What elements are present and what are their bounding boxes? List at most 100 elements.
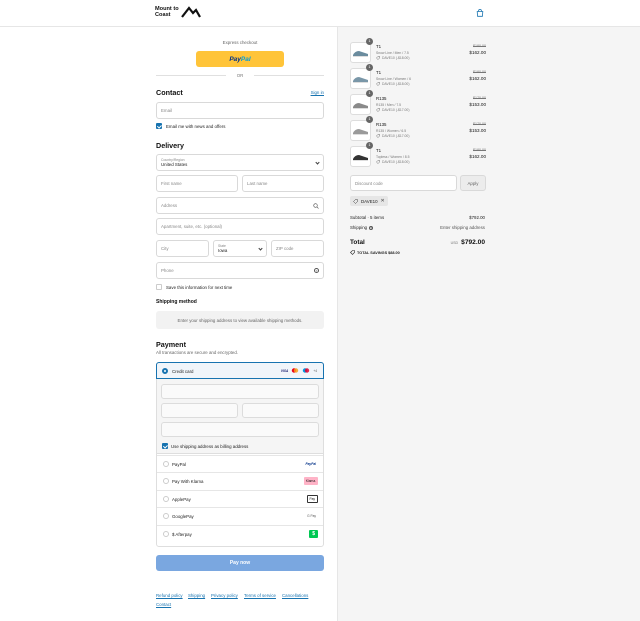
total-value-row: USD $792.00: [451, 239, 485, 246]
quantity-badge: 1: [366, 38, 373, 45]
phone-field[interactable]: Phone ?: [156, 262, 324, 279]
item-original-price: $180.00: [473, 148, 486, 152]
shipping-value: Enter shipping address: [440, 225, 485, 230]
currency-code: USD: [450, 241, 459, 245]
quantity-badge: 1: [366, 64, 373, 71]
item-discount: DAVE10 (-$18.00): [376, 82, 409, 86]
payment-option-logo: $: [309, 529, 318, 538]
name-on-card-field[interactable]: [161, 422, 319, 437]
shipping-label: Shipping: [350, 225, 368, 230]
brand-line-2: Coast: [155, 12, 171, 18]
payment-option-label: PayPal: [172, 462, 186, 467]
remove-discount-icon[interactable]: ✕: [381, 198, 385, 204]
terms-of-service-link[interactable]: Terms of service: [244, 593, 276, 598]
quantity-badge: 1: [366, 116, 373, 123]
last-name-field[interactable]: Last name: [242, 175, 324, 192]
shipping-link[interactable]: Shipping: [188, 593, 205, 598]
paypal-text-a: Pay: [229, 55, 241, 63]
payment-option-radio[interactable]: [163, 478, 169, 485]
privacy-policy-link[interactable]: Privacy policy: [211, 593, 238, 598]
sign-in-link[interactable]: Sign in: [311, 90, 324, 95]
brand-logo[interactable]: Mount to Coast: [155, 6, 201, 18]
expiration-field[interactable]: [161, 403, 238, 418]
payment-option[interactable]: $ Afterpay $: [157, 524, 323, 542]
refund-policy-link[interactable]: Refund policy: [156, 593, 183, 598]
item-original-price: $170.00: [473, 122, 486, 126]
payment-option-radio[interactable]: [163, 461, 169, 467]
news-checkbox[interactable]: [156, 123, 162, 129]
apply-button[interactable]: Apply: [460, 175, 486, 191]
apply-label: Apply: [467, 180, 479, 186]
email-field[interactable]: Email: [156, 102, 324, 119]
state-select[interactable]: State Iowa: [213, 240, 267, 257]
item-variant: Snow Line / Men / 7.5: [376, 51, 409, 55]
contact-link[interactable]: Contact: [156, 602, 171, 607]
last-name-placeholder: Last name: [247, 181, 268, 186]
city-field[interactable]: City: [156, 240, 209, 257]
item-variant: R135 / Men / 7.5: [376, 103, 402, 107]
cancellations-link[interactable]: Cancellations: [282, 593, 308, 598]
email-placeholder: Email: [161, 108, 172, 113]
paypal-express-button[interactable]: Pay Pal: [196, 51, 284, 67]
city-placeholder: City: [161, 246, 169, 251]
more-cards-badge: +4: [313, 368, 317, 373]
billing-same-label: Use shipping address as billing address: [171, 444, 249, 449]
payment-option-label: GooglePay: [172, 514, 194, 520]
tag-icon: [376, 82, 380, 86]
address-placeholder: Address: [161, 203, 178, 208]
item-discount: DAVE10 (-$17.00): [376, 108, 409, 112]
savings-tag-icon: [350, 250, 355, 255]
chevron-down-icon: [315, 160, 320, 165]
item-price: $162.00: [469, 76, 486, 81]
order-summary: 1 T1 Snow Line / Men / 7.5 DAVE10 (-$18.00)…: [337, 27, 640, 621]
summary-item: 1 T1 Snow Line / Men / 7.5 DAVE10 (-$18.00)…: [350, 38, 486, 64]
card-number-field[interactable]: [161, 384, 319, 399]
payment-option-radio[interactable]: [163, 495, 169, 502]
product-thumbnail: [350, 94, 371, 115]
tag-icon: [376, 134, 380, 138]
payment-option-logo: G Pay: [305, 512, 318, 521]
payment-option-radio[interactable]: [163, 513, 169, 520]
card-logos: VISA +4: [281, 368, 317, 373]
quantity-badge: 1: [366, 142, 373, 149]
first-name-placeholder: First name: [161, 181, 182, 186]
country-select[interactable]: Country/Region United States: [156, 154, 324, 171]
item-price: $162.00: [469, 154, 486, 159]
shipping-method-heading: Shipping method: [156, 299, 197, 305]
contact-heading: Contact: [156, 88, 183, 97]
product-thumbnail: [350, 42, 371, 63]
summary-item: 1 T1 Snow Line / Women / 6 DAVE10 (-$18.00)…: [350, 64, 486, 90]
product-thumbnail: [350, 146, 371, 167]
billing-same-checkbox[interactable]: [162, 443, 168, 449]
payment-option[interactable]: GooglePay G Pay: [157, 507, 323, 524]
first-name-field[interactable]: First name: [156, 175, 238, 192]
shoe-icon: [353, 77, 368, 83]
item-price: $162.00: [469, 50, 486, 55]
product-thumbnail: [350, 68, 371, 89]
payment-option[interactable]: PayPal PayPal: [157, 455, 323, 472]
credit-card-option[interactable]: Credit card VISA +4: [156, 362, 324, 379]
item-discount-text: DAVE10 (-$18.00): [382, 56, 410, 60]
state-value: Iowa: [218, 248, 228, 253]
discount-code-input[interactable]: Discount code: [350, 175, 457, 191]
pay-now-button[interactable]: Pay now: [156, 555, 324, 571]
product-thumbnail: [350, 120, 371, 141]
payment-option[interactable]: ApplePay Pay: [157, 489, 323, 507]
save-info-checkbox[interactable]: [156, 284, 162, 290]
help-icon[interactable]: ?: [369, 225, 374, 230]
payment-option-radio[interactable]: [163, 530, 169, 537]
payment-option-label: Pay With Klarna: [172, 479, 204, 485]
apartment-field[interactable]: Apartment, suite, etc. (optional): [156, 218, 324, 235]
subtotal-label: Subtotal · 5 items: [350, 215, 385, 220]
credit-card-radio[interactable]: [162, 368, 168, 374]
payment-option[interactable]: Pay With Klarna Klarna.: [157, 472, 323, 489]
security-code-field[interactable]: [242, 403, 319, 418]
search-icon: [313, 203, 319, 209]
mountain-icon: [180, 6, 201, 18]
shopping-bag-icon[interactable]: [476, 9, 484, 17]
address-field[interactable]: Address: [156, 197, 324, 214]
zip-field[interactable]: ZIP code: [271, 240, 324, 257]
news-label: Email me with news and offers: [166, 124, 226, 129]
help-icon[interactable]: ?: [314, 268, 319, 273]
item-variant: R135 / Women / 6.5: [376, 129, 407, 133]
